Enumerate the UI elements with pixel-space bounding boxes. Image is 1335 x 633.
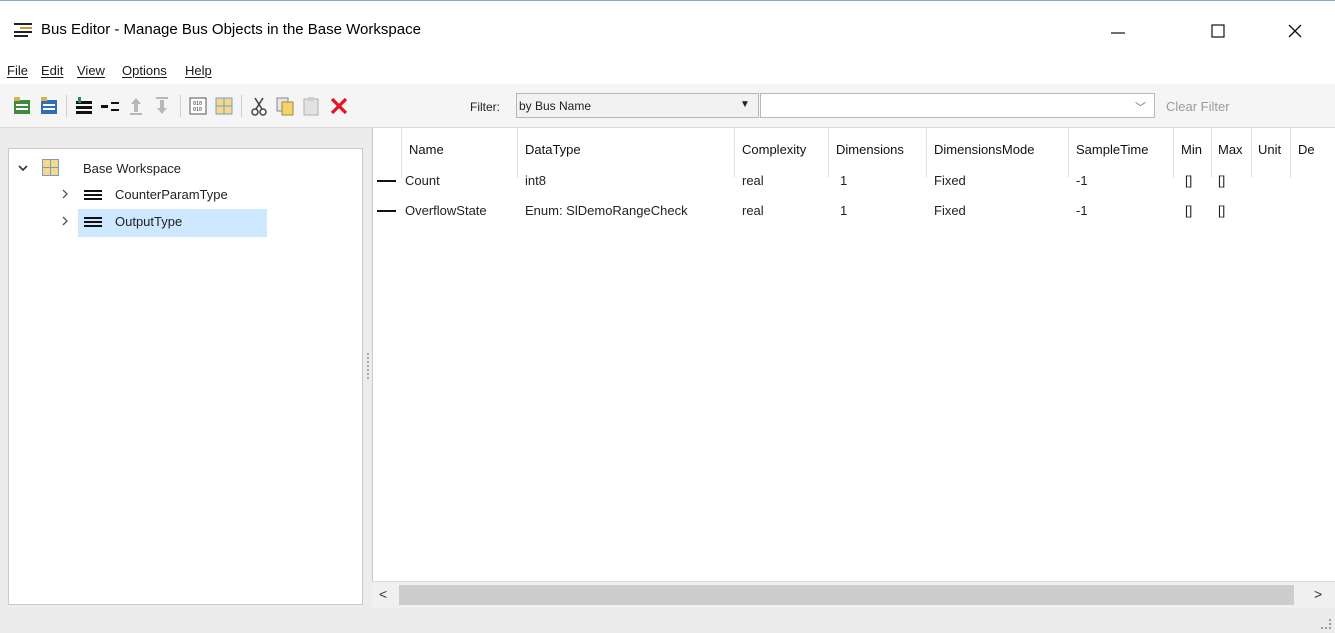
column-header-name[interactable]: Name [409,142,444,157]
cell-sampletime[interactable]: -1 [1076,173,1088,188]
move-up-icon[interactable] [124,94,148,118]
column-header-sampletime[interactable]: SampleTime [1076,142,1148,157]
cell-datatype[interactable]: int8 [525,173,546,188]
column-header-dimensions[interactable]: Dimensions [836,142,904,157]
workspace-grid-icon[interactable] [212,94,236,118]
dropdown-arrow-icon: ▼ [740,99,750,110]
tree-item-label: OutputType [115,214,183,229]
menu-file[interactable]: File [7,63,28,78]
column-header-min[interactable]: Min [1181,142,1202,157]
chevron-down-icon[interactable] [17,162,29,177]
main-area: Base Workspace CounterParamType OutputTy… [0,128,1335,633]
cell-min[interactable]: [] [1185,203,1192,218]
move-down-icon[interactable] [150,94,174,118]
tree-item-base-workspace[interactable]: Base Workspace [9,157,364,183]
tree-item-label: CounterParamType [115,187,228,202]
window-title: Bus Editor - Manage Bus Objects in the B… [41,21,421,38]
cell-name[interactable]: Count [405,173,440,188]
delete-icon[interactable] [327,94,351,118]
cell-complexity[interactable]: real [742,173,764,188]
maximize-icon[interactable] [1195,16,1241,46]
menu-bar: File Edit View Options Help [0,60,1335,84]
bus-editor-icon [14,23,32,37]
cell-complexity[interactable]: real [742,203,764,218]
filter-mode-value: by Bus Name [519,99,592,113]
column-header-description[interactable]: De [1298,142,1315,157]
toolbar: 010 010 Filter: by Bus Name ▼ ﹀ Clear Fil… [0,84,1335,128]
column-header-unit[interactable]: Unit [1258,142,1281,157]
cell-dimensions[interactable]: 1 [840,203,847,218]
cell-dimensionsmode[interactable]: Fixed [934,203,966,218]
menu-options[interactable]: Options [122,63,167,78]
cell-dimensionsmode[interactable]: Fixed [934,173,966,188]
column-header-complexity[interactable]: Complexity [742,142,806,157]
filter-mode-select[interactable]: by Bus Name ▼ [516,93,759,118]
column-header-dimensionsmode[interactable]: DimensionsMode [934,142,1034,157]
paste-icon[interactable] [299,94,323,118]
new-bus-from-element-icon[interactable] [37,94,61,118]
workspace-icon [42,159,59,176]
scrollbar-thumb[interactable] [399,585,1294,605]
bus-elements-table[interactable]: Name DataType Complexity Dimensions Dime… [372,128,1335,608]
filter-text-input[interactable]: ﹀ [760,93,1155,118]
menu-help[interactable]: Help [185,63,212,78]
column-header-max[interactable]: Max [1218,142,1243,157]
pane-splitter[interactable] [367,353,369,379]
status-bar [0,609,1335,633]
title-bar: Bus Editor - Manage Bus Objects in the B… [0,0,1335,60]
cell-name[interactable]: OverflowState [405,203,487,218]
menu-view[interactable]: View [77,63,105,78]
menu-edit[interactable]: Edit [41,63,63,78]
chevron-right-icon[interactable] [59,188,71,203]
close-icon[interactable] [1272,16,1318,46]
tree-item-counterparamtype[interactable]: CounterParamType [9,183,364,209]
new-bus-icon[interactable] [10,94,34,118]
svg-text:010: 010 [193,107,202,113]
tree-item-outputtype[interactable]: OutputType [9,210,364,236]
clear-filter-button[interactable]: Clear Filter [1166,99,1230,114]
cell-max[interactable]: [] [1218,203,1225,218]
horizontal-scrollbar[interactable]: < > [372,581,1335,608]
create-signal-icon[interactable]: 010 010 [186,94,210,118]
bus-object-icon [84,190,102,201]
resize-grip-icon[interactable] [1321,619,1331,629]
cell-dimensions[interactable]: 1 [840,173,847,188]
bus-object-icon [84,217,102,228]
cell-datatype[interactable]: Enum: SlDemoRangeCheck [525,203,688,218]
copy-icon[interactable] [273,94,297,118]
chevron-right-icon[interactable] [59,215,71,230]
element-signal-icon [377,210,396,212]
scroll-left-icon[interactable]: < [379,586,387,602]
cell-min[interactable]: [] [1185,173,1192,188]
cell-max[interactable]: [] [1218,173,1225,188]
minimize-icon[interactable] [1095,16,1141,46]
element-signal-icon [377,180,396,182]
add-element-icon[interactable] [72,94,96,118]
column-header-datatype[interactable]: DataType [525,142,581,157]
cut-icon[interactable] [247,94,271,118]
workspace-tree[interactable]: Base Workspace CounterParamType OutputTy… [8,148,363,605]
insert-element-icon[interactable] [98,94,122,118]
filter-label: Filter: [470,100,500,114]
chevron-down-icon[interactable]: ﹀ [1135,99,1146,115]
cell-sampletime[interactable]: -1 [1076,203,1088,218]
scroll-right-icon[interactable]: > [1314,586,1322,602]
tree-root-label: Base Workspace [83,161,182,176]
